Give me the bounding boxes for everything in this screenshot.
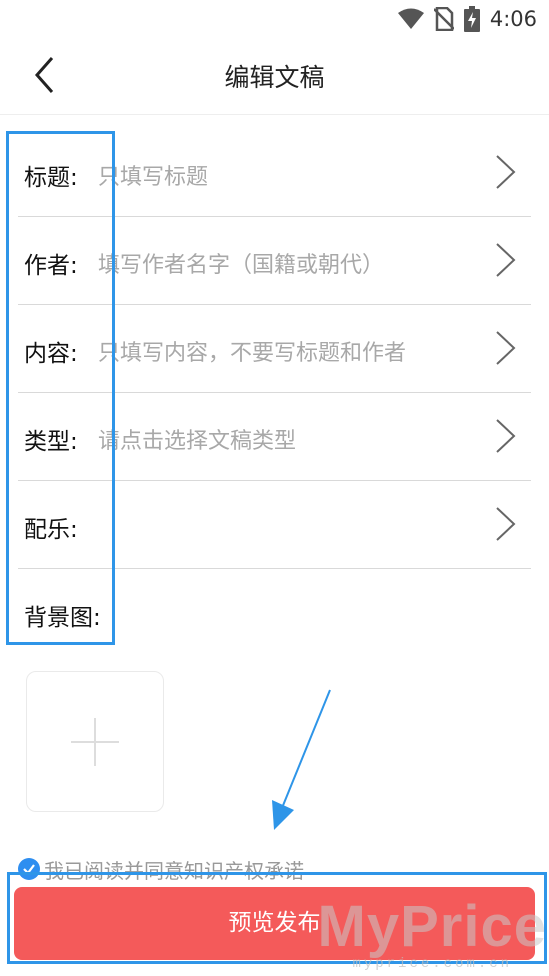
row-label: 配乐: xyxy=(24,517,78,543)
add-background-image-button[interactable] xyxy=(26,671,164,812)
row-label: 标题: xyxy=(24,165,78,191)
form-row-background: 背景图: xyxy=(18,569,531,656)
form-row-music[interactable]: 配乐: xyxy=(18,481,531,569)
chevron-right-icon xyxy=(496,331,516,365)
form-row-type[interactable]: 类型: 请点击选择文稿类型 xyxy=(18,393,531,481)
agreement-text: 我已阅读并同意知识产权承诺 xyxy=(44,858,304,883)
annotation-arrow-icon xyxy=(272,689,331,830)
chevron-right-icon xyxy=(496,507,516,541)
header: 编辑文稿 xyxy=(0,38,549,115)
content-placeholder: 只填写内容，不要写标题和作者 xyxy=(98,341,407,366)
row-label: 背景图: xyxy=(24,605,101,631)
battery-charging-icon xyxy=(463,6,480,32)
form-row-title[interactable]: 标题: 只填写标题 xyxy=(18,129,531,217)
row-label: 类型: xyxy=(24,429,78,455)
no-sim-icon xyxy=(433,7,454,31)
edit-form: 标题: 只填写标题 作者: 填写作者名字（国籍或朝代） 内容: 只填写内容，不要… xyxy=(18,129,531,656)
wifi-icon xyxy=(397,8,424,29)
chevron-right-icon xyxy=(496,155,516,189)
row-label: 作者: xyxy=(24,253,78,279)
status-icons: 4:06 xyxy=(397,6,537,32)
row-label: 内容: xyxy=(24,341,78,367)
check-icon xyxy=(18,858,40,880)
status-time: 4:06 xyxy=(489,7,537,31)
form-row-author[interactable]: 作者: 填写作者名字（国籍或朝代） xyxy=(18,217,531,305)
chevron-right-icon xyxy=(496,419,516,453)
author-placeholder: 填写作者名字（国籍或朝代） xyxy=(98,253,385,278)
type-placeholder: 请点击选择文稿类型 xyxy=(98,429,297,454)
title-placeholder: 只填写标题 xyxy=(98,165,209,190)
form-row-content[interactable]: 内容: 只填写内容，不要写标题和作者 xyxy=(18,305,531,393)
page-title: 编辑文稿 xyxy=(224,63,325,92)
chevron-right-icon xyxy=(496,243,516,277)
agreement-checkbox[interactable]: 我已阅读并同意知识产权承诺 xyxy=(18,856,304,883)
preview-publish-button[interactable]: 预览发布 xyxy=(14,887,535,960)
status-bar: 4:06 xyxy=(0,0,549,38)
plus-icon xyxy=(71,718,119,766)
